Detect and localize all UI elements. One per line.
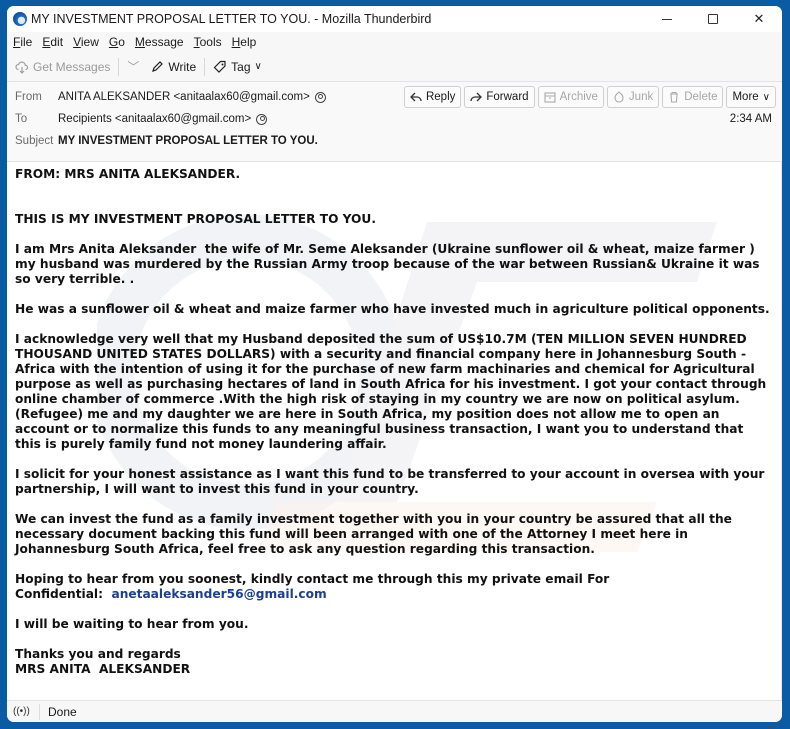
body-paragraph-contact: Hoping to hear from you soonest, kindly …: [15, 572, 773, 602]
subject-value: MY INVESTMENT PROPOSAL LETTER TO YOU.: [58, 135, 318, 147]
body-paragraph: He was a sunflower oil & wheat and maize…: [15, 302, 770, 316]
chevron-down-icon: ﹀: [127, 60, 140, 74]
menu-tools[interactable]: Tools: [194, 35, 222, 49]
signature-name: MRS ANITA ALEKSANDER: [15, 662, 191, 676]
menu-accel: M: [134, 35, 145, 49]
archive-icon: [544, 92, 556, 103]
email-link[interactable]: anetaaleksander56@gmail.com: [111, 587, 326, 601]
close-icon: ✕: [753, 11, 765, 26]
main-toolbar: Get Messages ﹀ Write Tag ∨: [7, 52, 782, 82]
junk-button[interactable]: Junk: [606, 86, 660, 108]
message-header: From ANITA ALEKSANDER <anitaalax60@gmail…: [7, 82, 782, 162]
menu-view[interactable]: View: [73, 35, 99, 49]
junk-label: Junk: [628, 91, 654, 103]
body-paragraph: I acknowledge very well that my Husband …: [15, 332, 771, 451]
minimize-icon: [662, 18, 672, 20]
subject-row: Subject MY INVESTMENT PROPOSAL LETTER TO…: [15, 130, 774, 152]
chevron-down-icon: ∨: [254, 61, 262, 72]
body-heading: THIS IS MY INVESTMENT PROPOSAL LETTER TO…: [15, 212, 376, 226]
body-paragraph: I am Mrs Anita Aleksander the wife of Mr…: [15, 242, 764, 286]
status-text: Done: [48, 704, 77, 719]
write-button[interactable]: Write: [151, 60, 196, 74]
thunderbird-logo-icon: [13, 12, 27, 26]
menu-edit[interactable]: Edit: [42, 35, 63, 49]
menu-help[interactable]: Help: [232, 35, 257, 49]
menu-label: iew: [80, 35, 99, 49]
tag-label: Tag: [231, 59, 251, 74]
menu-accel: H: [231, 35, 241, 49]
archive-label: Archive: [559, 91, 598, 103]
body-paragraph: I will be waiting to hear from you.: [15, 617, 249, 631]
chevron-down-icon: ∨: [762, 91, 770, 103]
message-time: 2:34 AM: [729, 113, 772, 125]
message-text: FROM: MRS ANITA ALEKSANDER. THIS IS MY I…: [7, 162, 781, 697]
menu-label: essage: [144, 35, 184, 49]
cloud-download-icon: [15, 61, 29, 74]
body-from-line: FROM: MRS ANITA ALEKSANDER.: [15, 167, 241, 181]
wifi-status-icon: ((•)): [13, 706, 30, 717]
forward-icon: [470, 92, 483, 102]
add-contact-icon[interactable]: [314, 91, 326, 103]
close-button[interactable]: ✕: [736, 6, 782, 32]
more-button[interactable]: More ∨: [726, 86, 776, 108]
archive-button[interactable]: Archive: [537, 86, 604, 108]
to-row: To Recipients <anitaalax60@gmail.com>: [15, 108, 774, 130]
get-messages-button[interactable]: Get Messages: [15, 60, 110, 74]
menu-accel: V: [73, 35, 81, 49]
menu-go[interactable]: Go: [109, 35, 125, 49]
delete-button[interactable]: Delete: [662, 86, 724, 108]
pencil-icon: [152, 61, 164, 72]
window-controls: ✕: [644, 6, 782, 32]
contact-text: Hoping to hear from you soonest, kindly …: [15, 572, 610, 586]
window-title: MY INVESTMENT PROPOSAL LETTER TO YOU. - …: [31, 12, 432, 26]
menu-accel: G: [108, 35, 119, 49]
menu-message[interactable]: Message: [135, 35, 184, 49]
subject-label: Subject: [15, 135, 54, 147]
junk-icon: [614, 91, 624, 103]
body-signature: Thanks you and regards MRS ANITA ALEKSAND…: [15, 647, 773, 677]
get-messages-dropdown[interactable]: ﹀: [127, 58, 139, 75]
message-actions: Reply Forward Archive Junk Delete More ∨: [401, 86, 776, 108]
closing-text: Thanks you and regards: [15, 647, 181, 661]
menu-file[interactable]: File: [13, 35, 32, 49]
reply-button[interactable]: Reply: [403, 86, 462, 108]
toolbar-separator: [118, 57, 120, 76]
from-label: From: [15, 91, 42, 103]
get-messages-label: Get Messages: [33, 59, 111, 74]
toolbar-separator: [204, 57, 206, 76]
forward-button[interactable]: Forward: [464, 86, 535, 108]
menu-label: ile: [20, 35, 33, 49]
minimize-button[interactable]: [644, 6, 690, 32]
to-label: To: [15, 113, 28, 125]
tag-button[interactable]: Tag ∨: [213, 60, 262, 74]
write-label: Write: [168, 59, 197, 74]
to-value[interactable]: Recipients <anitaalax60@gmail.com>: [58, 113, 251, 125]
title-bar: MY INVESTMENT PROPOSAL LETTER TO YOU. - …: [7, 6, 782, 32]
tag-icon: [213, 60, 226, 73]
reply-icon: [410, 92, 422, 102]
menu-label: elp: [240, 35, 257, 49]
menu-bar: File Edit View Go Message Tools Help: [7, 32, 782, 52]
thunderbird-window: MY INVESTMENT PROPOSAL LETTER TO YOU. - …: [7, 6, 782, 722]
menu-label: dit: [50, 35, 64, 49]
menu-label: ools: [199, 35, 222, 49]
maximize-icon: [708, 14, 718, 24]
forward-label: Forward: [486, 91, 529, 103]
trash-icon: [670, 91, 679, 103]
maximize-button[interactable]: [690, 6, 736, 32]
more-label: More: [732, 91, 759, 103]
status-bar: ((•)) Done: [7, 700, 782, 722]
body-paragraph: I solicit for your honest assistance as …: [15, 467, 769, 496]
status-separator: [39, 703, 40, 720]
delete-label: Delete: [684, 91, 718, 103]
body-paragraph: We can invest the fund as a family inves…: [15, 512, 737, 556]
reply-label: Reply: [425, 91, 456, 103]
menu-label: o: [118, 35, 125, 49]
add-contact-icon[interactable]: [256, 113, 268, 125]
confidential-label: Confidential:: [15, 587, 112, 601]
message-body: FROM: MRS ANITA ALEKSANDER. THIS IS MY I…: [7, 162, 782, 700]
from-value[interactable]: ANITA ALEKSANDER <anitaalax60@gmail.com>: [58, 91, 310, 103]
